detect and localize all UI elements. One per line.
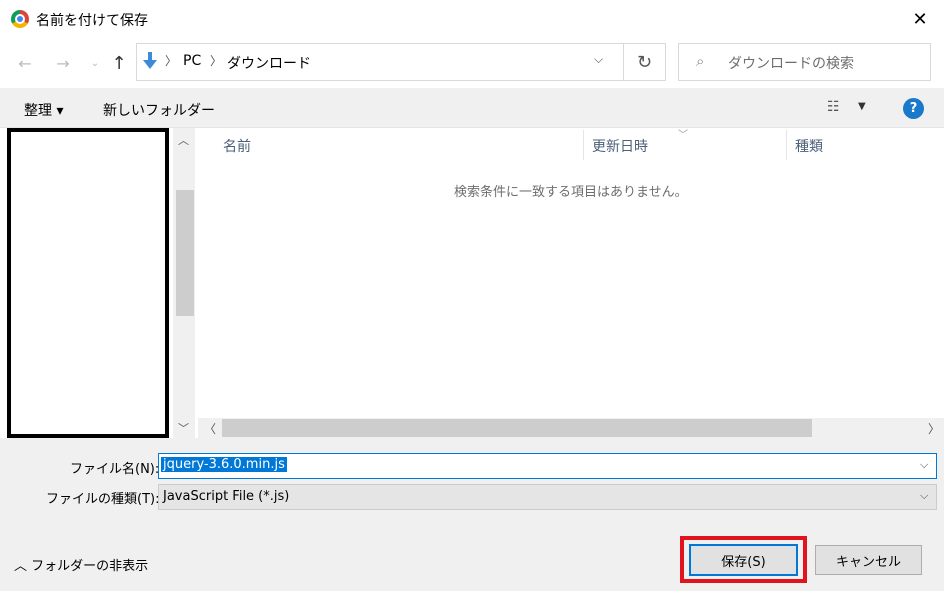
file-type-value[interactable]: JavaScript File (*.js) — [163, 489, 289, 504]
column-divider[interactable] — [583, 130, 584, 160]
breadcrumb-chevron-icon[interactable]: 〉 — [165, 52, 177, 69]
nav-scrollbar-thumb[interactable] — [176, 190, 194, 316]
search-placeholder: ダウンロードの検索 — [728, 56, 854, 72]
help-icon[interactable]: ? — [903, 98, 924, 119]
breadcrumb-chevron-icon[interactable]: 〉 — [210, 52, 222, 69]
hide-folders-label: フォルダーの非表示 — [31, 559, 149, 574]
file-type-dropdown-icon[interactable]: ⌵ — [920, 489, 928, 503]
sort-indicator-icon: ﹀ — [678, 130, 688, 141]
chrome-icon — [11, 10, 29, 28]
file-name-value[interactable]: jquery-3.6.0.min.js — [161, 457, 287, 472]
file-name-label: ファイル名(N): — [70, 462, 160, 477]
file-name-dropdown-icon[interactable]: ⌵ — [920, 458, 928, 472]
scroll-left-icon[interactable]: 〈 — [204, 420, 216, 437]
up-arrow-icon[interactable]: ↑ — [106, 50, 132, 76]
recent-locations-chevron-icon[interactable]: ⌄ — [82, 50, 108, 76]
hide-folders-toggle[interactable]: ︿ フォルダーの非表示 — [14, 555, 148, 574]
refresh-button[interactable]: ↻ — [623, 43, 666, 81]
horizontal-scrollbar-thumb[interactable] — [222, 419, 812, 437]
address-dropdown-icon[interactable]: ⌵ — [594, 52, 603, 67]
download-folder-icon — [143, 52, 157, 69]
chevron-up-icon: ︿ — [14, 559, 32, 574]
file-type-label: ファイルの種類(T): — [46, 492, 160, 507]
close-button[interactable]: ✕ — [900, 2, 940, 36]
breadcrumb-pc[interactable]: PC — [183, 53, 201, 69]
forward-arrow-icon[interactable]: → — [50, 50, 76, 76]
view-options-icon[interactable]: ☷ — [827, 99, 840, 115]
column-header-name[interactable]: 名前 — [223, 136, 251, 156]
view-dropdown-icon[interactable]: ▼ — [858, 101, 866, 112]
column-header-type[interactable]: 種類 — [795, 136, 823, 156]
column-divider[interactable] — [786, 130, 787, 160]
column-header-date-modified[interactable]: 更新日時 — [592, 136, 648, 156]
back-arrow-icon[interactable]: ← — [12, 50, 38, 76]
cancel-button[interactable]: キャンセル — [815, 545, 922, 575]
scroll-up-icon[interactable]: ︿ — [178, 132, 189, 148]
save-button[interactable]: 保存(S) — [689, 544, 798, 576]
scroll-down-icon[interactable]: ﹀ — [178, 420, 189, 436]
window-title: 名前を付けて保存 — [36, 13, 148, 29]
scroll-right-icon[interactable]: 〉 — [928, 420, 940, 437]
search-icon: ⌕ — [696, 52, 705, 70]
new-folder-button[interactable]: 新しいフォルダー — [103, 100, 215, 120]
empty-list-message: 検索条件に一致する項目はありません。 — [454, 185, 688, 200]
organize-menu-button[interactable]: 整理 ▾ — [24, 100, 63, 120]
navigation-pane[interactable] — [7, 128, 169, 438]
breadcrumb-downloads[interactable]: ダウンロード — [227, 53, 311, 73]
